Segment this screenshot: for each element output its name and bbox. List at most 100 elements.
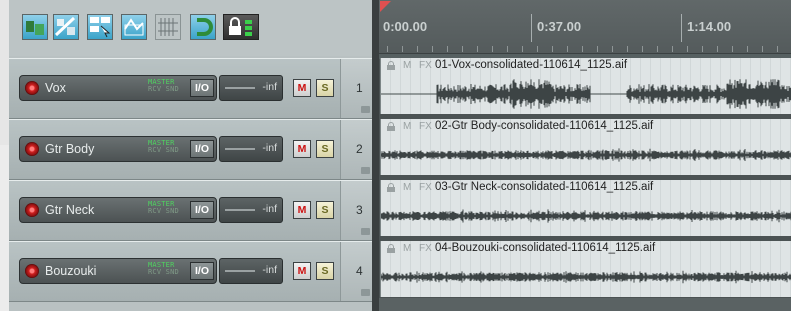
envelope-points-button[interactable] bbox=[121, 14, 147, 40]
lock-icon bbox=[229, 17, 252, 36]
item-mute-label[interactable]: M bbox=[403, 243, 411, 254]
solo-button[interactable]: S bbox=[316, 79, 334, 97]
volume-readout: -inf bbox=[262, 203, 277, 215]
item-mute-label[interactable]: M bbox=[403, 121, 411, 132]
grid-button[interactable] bbox=[155, 14, 181, 40]
folder-icon[interactable] bbox=[361, 289, 370, 296]
folder-icon[interactable] bbox=[361, 167, 370, 174]
master-routing-label[interactable]: MASTER RCV SND bbox=[148, 262, 179, 276]
track-name[interactable]: Gtr Body bbox=[45, 142, 94, 156]
record-arm-icon[interactable] bbox=[25, 142, 39, 156]
item-lock-icon[interactable] bbox=[387, 122, 395, 131]
ruler-minor-tick bbox=[642, 46, 643, 52]
track-name-bar[interactable]: Bouzouki MASTER RCV SND I/O bbox=[19, 258, 217, 284]
ruler-minor-tick bbox=[777, 46, 778, 52]
ruler-minor-tick bbox=[402, 46, 403, 52]
track-name[interactable]: Vox bbox=[45, 81, 66, 95]
item-mute-label[interactable]: M bbox=[403, 60, 411, 71]
fader-slot bbox=[225, 148, 255, 150]
ruler-minor-tick bbox=[672, 46, 673, 52]
item-filename: 02-Gtr Body-consolidated-110614_1125.aif bbox=[435, 120, 654, 132]
mute-button[interactable]: M bbox=[293, 201, 311, 219]
track-panel-1[interactable]: Vox MASTER RCV SND I/O -inf M S 1 bbox=[9, 58, 373, 119]
item-fx-label[interactable]: FX bbox=[419, 243, 432, 254]
ruler-minor-tick bbox=[567, 46, 568, 52]
ruler-minor-tick bbox=[417, 46, 418, 52]
io-button[interactable]: I/O bbox=[190, 262, 214, 280]
track-name-bar[interactable]: Gtr Body MASTER RCV SND I/O bbox=[19, 136, 217, 162]
snap-button[interactable] bbox=[190, 14, 216, 40]
grid-icon bbox=[158, 18, 178, 36]
record-arm-icon[interactable] bbox=[25, 264, 39, 278]
ruler-minor-tick bbox=[432, 46, 433, 52]
fader-slot bbox=[225, 270, 255, 272]
item-lock-icon[interactable] bbox=[387, 183, 395, 192]
volume-readout: -inf bbox=[262, 142, 277, 154]
rcv-snd-label: RCV SND bbox=[148, 146, 179, 154]
lock-button[interactable] bbox=[223, 14, 259, 40]
ruler-minor-tick bbox=[732, 46, 733, 52]
mute-button[interactable]: M bbox=[293, 140, 311, 158]
track-name[interactable]: Bouzouki bbox=[45, 264, 96, 278]
item-title-bar[interactable]: M FX 04-Bouzouki-consolidated-110614_112… bbox=[381, 241, 791, 256]
arrange-empty-area[interactable] bbox=[379, 298, 791, 311]
item-fx-label[interactable]: FX bbox=[419, 182, 432, 193]
track-name[interactable]: Gtr Neck bbox=[45, 203, 94, 217]
volume-fader[interactable]: -inf bbox=[219, 75, 283, 101]
ruler-minor-tick bbox=[552, 46, 553, 52]
playhead-marker-icon[interactable] bbox=[379, 0, 393, 14]
ruler-minor-tick bbox=[462, 46, 463, 52]
volume-fader[interactable]: -inf bbox=[219, 258, 283, 284]
solo-button[interactable]: S bbox=[316, 140, 334, 158]
media-item-2[interactable]: M FX 02-Gtr Body-consolidated-110614_112… bbox=[380, 119, 791, 175]
folder-icon[interactable] bbox=[361, 106, 370, 113]
master-routing-label[interactable]: MASTER RCV SND bbox=[148, 201, 179, 215]
folder-icon[interactable] bbox=[361, 228, 370, 235]
media-item-3[interactable]: M FX 03-Gtr Neck-consolidated-110614_112… bbox=[380, 180, 791, 236]
track-panel-2[interactable]: Gtr Body MASTER RCV SND I/O -inf M S 2 bbox=[9, 119, 373, 180]
fader-slot bbox=[225, 87, 255, 89]
track-panel-3[interactable]: Gtr Neck MASTER RCV SND I/O -inf M S 3 bbox=[9, 180, 373, 241]
ripple-edit-button[interactable] bbox=[53, 14, 79, 40]
waveform-path bbox=[381, 270, 791, 284]
mute-button[interactable]: M bbox=[293, 79, 311, 97]
io-button[interactable]: I/O bbox=[190, 140, 214, 158]
master-routing-label[interactable]: MASTER RCV SND bbox=[148, 140, 179, 154]
master-routing-label[interactable]: MASTER RCV SND bbox=[148, 79, 179, 93]
io-button[interactable]: I/O bbox=[190, 201, 214, 219]
item-fx-label[interactable]: FX bbox=[419, 60, 432, 71]
solo-button[interactable]: S bbox=[316, 262, 334, 280]
item-lock-icon[interactable] bbox=[387, 61, 395, 70]
ruler-minor-tick bbox=[717, 46, 718, 52]
media-item-4[interactable]: M FX 04-Bouzouki-consolidated-110614_112… bbox=[380, 241, 791, 297]
tcp-divider[interactable] bbox=[372, 0, 379, 311]
timeline-ruler[interactable]: 0:00.00 0:37.00 1:14.00 bbox=[379, 0, 791, 53]
item-title-bar[interactable]: M FX 01-Vox-consolidated-110614_1125.aif bbox=[381, 58, 791, 73]
auto-crossfade-button[interactable] bbox=[22, 14, 48, 40]
track-name-bar[interactable]: Vox MASTER RCV SND I/O bbox=[19, 75, 217, 101]
ruler-minor-tick bbox=[492, 46, 493, 52]
ruler-minor-tick bbox=[702, 46, 703, 52]
solo-button[interactable]: S bbox=[316, 201, 334, 219]
volume-fader[interactable]: -inf bbox=[219, 136, 283, 162]
media-item-1[interactable]: M FX 01-Vox-consolidated-110614_1125.aif bbox=[380, 58, 791, 114]
item-lock-icon[interactable] bbox=[387, 244, 395, 253]
rcv-snd-label: RCV SND bbox=[148, 268, 179, 276]
track-name-bar[interactable]: Gtr Neck MASTER RCV SND I/O bbox=[19, 197, 217, 223]
item-fx-label[interactable]: FX bbox=[419, 121, 432, 132]
io-button[interactable]: I/O bbox=[190, 79, 214, 97]
mute-button[interactable]: M bbox=[293, 262, 311, 280]
ruler-minor-tick bbox=[522, 46, 523, 52]
item-filename: 03-Gtr Neck-consolidated-110614_1125.aif bbox=[435, 181, 654, 193]
track-panel-4[interactable]: Bouzouki MASTER RCV SND I/O -inf M S 4 bbox=[9, 241, 373, 302]
volume-readout: -inf bbox=[262, 81, 277, 93]
record-arm-icon[interactable] bbox=[25, 203, 39, 217]
volume-fader[interactable]: -inf bbox=[219, 197, 283, 223]
item-title-bar[interactable]: M FX 03-Gtr Neck-consolidated-110614_112… bbox=[381, 180, 791, 195]
item-title-bar[interactable]: M FX 02-Gtr Body-consolidated-110614_112… bbox=[381, 119, 791, 134]
grouping-button[interactable] bbox=[87, 14, 113, 40]
ruler-label: 0:00.00 bbox=[383, 19, 428, 34]
item-mute-label[interactable]: M bbox=[403, 182, 411, 193]
ripple-edit-icon bbox=[54, 16, 76, 37]
record-arm-icon[interactable] bbox=[25, 81, 39, 95]
